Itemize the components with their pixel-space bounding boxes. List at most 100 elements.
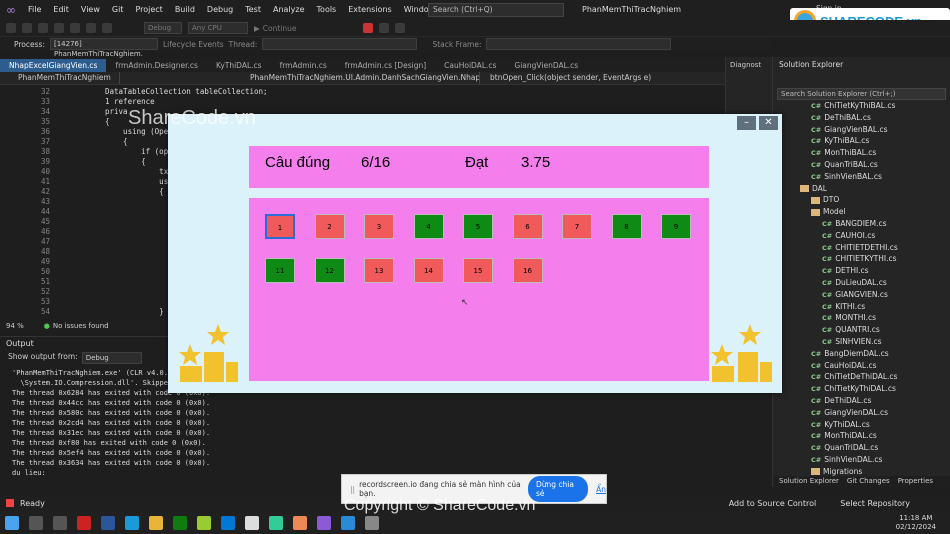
menu-item-debug[interactable]: Debug (201, 0, 239, 20)
diagnostic-tools-title[interactable]: Diagnost (726, 57, 772, 73)
stop-icon[interactable] (362, 23, 373, 33)
solution-item[interactable]: C# CauHoiDAL.cs (811, 361, 876, 370)
vscode-icon[interactable] (341, 515, 355, 530)
solution-item[interactable]: C# MonThiBAL.cs (811, 148, 876, 157)
solution-bottom-tab[interactable]: Git Changes (847, 476, 890, 487)
solution-item[interactable]: Model (811, 207, 846, 216)
document-tab[interactable]: frmAdmin.Designer.cs (106, 59, 207, 72)
solution-item[interactable]: DAL (800, 184, 827, 193)
solution-item[interactable]: C# GiangVienBAL.cs (811, 125, 888, 134)
solution-item[interactable]: C# SINHVIEN.cs (822, 337, 882, 346)
minimize-button[interactable]: – (737, 116, 756, 130)
solution-item[interactable]: C# DeThiDAL.cs (811, 396, 871, 405)
lifecycle-events-button[interactable]: Lifecycle Events (163, 40, 224, 49)
app-orange-icon[interactable] (293, 515, 307, 530)
document-tab[interactable]: frmAdmin.cs [Design] (336, 59, 435, 72)
solution-item[interactable]: C# QuanTriBAL.cs (811, 160, 878, 169)
platform-dropdown[interactable]: Any CPU (188, 22, 248, 34)
file-explorer-icon[interactable] (149, 515, 163, 530)
member-dropdown[interactable]: btnOpen_Click(object sender, EventArgs e… (480, 72, 651, 84)
question-button[interactable]: 8 (611, 214, 642, 239)
document-tab[interactable]: KyThiDAL.cs (207, 59, 271, 72)
clock[interactable]: 11:18 AM 02/12/2024 (896, 514, 936, 532)
search-input[interactable]: Search (Ctrl+Q) (428, 3, 564, 17)
output-source-dropdown[interactable]: Debug (81, 352, 142, 364)
solution-item[interactable]: C# BANGDIEM.cs (822, 219, 887, 228)
solution-item[interactable]: C# KyThiDAL.cs (811, 420, 870, 429)
question-button[interactable]: 7 (562, 214, 592, 239)
solution-item[interactable]: C# ChiTietKyThiBAL.cs (811, 101, 895, 110)
question-button[interactable]: 11 (265, 258, 295, 283)
zoom-level[interactable]: 94 % (6, 321, 24, 332)
solution-item[interactable]: C# BangDiemDAL.cs (811, 349, 889, 358)
menu-item-build[interactable]: Build (169, 0, 201, 20)
solution-item[interactable]: C# GIANGVIEN.cs (822, 290, 888, 299)
solution-item[interactable]: C# CHITIETKYTHI.cs (822, 254, 897, 263)
question-button[interactable]: 2 (314, 214, 345, 239)
pause-icon[interactable] (378, 23, 389, 33)
save-icon[interactable] (54, 23, 64, 33)
app-icon[interactable] (269, 515, 283, 530)
stack-frame-dropdown[interactable] (486, 38, 672, 50)
back-icon[interactable] (6, 23, 16, 33)
solution-item[interactable]: C# ChiTietDeThiDAL.cs (811, 372, 897, 381)
word-icon[interactable] (101, 515, 115, 530)
new-icon[interactable] (38, 23, 48, 33)
document-tab[interactable]: NhapExcelGiangVien.cs (0, 59, 107, 72)
task-view-icon[interactable] (53, 515, 67, 530)
project-dropdown[interactable]: PhanMemThiTracNghiem (0, 72, 120, 84)
solution-item[interactable]: C# MONTHI.cs (822, 313, 876, 322)
menu-item-git[interactable]: Git (106, 0, 130, 20)
solution-item[interactable]: C# SinhVienBAL.cs (811, 172, 882, 181)
solution-item[interactable]: C# DETHI.cs (822, 266, 869, 275)
question-button[interactable]: 15 (463, 258, 493, 283)
class-dropdown[interactable]: PhanMemThiTracNghiem.UI.Admin.DanhSachGi… (120, 72, 480, 84)
visual-studio-icon[interactable] (317, 515, 331, 530)
solution-bottom-tab[interactable]: Solution Explorer (779, 476, 839, 487)
add-source-control-button[interactable]: Add to Source Control (729, 499, 817, 508)
question-button[interactable]: 13 (364, 258, 394, 283)
search-icon[interactable] (29, 515, 43, 530)
solution-item[interactable]: C# CHITIETDETHI.cs (822, 243, 898, 252)
hide-link[interactable]: Ẩn (596, 485, 606, 494)
document-tab[interactable]: CauHoiDAL.cs (435, 59, 505, 72)
edge-icon[interactable] (125, 515, 139, 530)
question-button[interactable]: 16 (512, 258, 543, 283)
close-button[interactable]: ✕ (759, 116, 778, 130)
solution-item[interactable]: C# DuLieuDAL.cs (822, 278, 887, 287)
solution-item[interactable]: C# QUANTRI.cs (822, 325, 880, 334)
menu-item-analyze[interactable]: Analyze (267, 0, 311, 20)
config-dropdown[interactable]: Debug (144, 22, 182, 34)
question-button[interactable]: 14 (413, 258, 444, 283)
solution-item[interactable]: C# GiangVienDAL.cs (811, 408, 888, 417)
solution-item[interactable]: C# SinhVienDAL.cs (811, 455, 882, 464)
issues-indicator[interactable]: ● No issues found (44, 321, 109, 332)
question-button[interactable]: 9 (661, 214, 691, 239)
question-button[interactable]: 6 (512, 214, 543, 239)
continue-button[interactable]: ▶ Continue (254, 24, 297, 33)
select-repository-button[interactable]: Select Repository (840, 499, 910, 508)
restart-icon[interactable] (394, 23, 405, 33)
redo-icon[interactable] (102, 23, 112, 33)
document-tab[interactable]: frmAdmin.cs (271, 59, 336, 72)
question-button[interactable]: 12 (314, 258, 345, 283)
stop-sharing-button[interactable]: Dừng chia sẻ (528, 476, 589, 502)
process-dropdown[interactable]: [14276] PhanMemThiTracNghiem. (49, 38, 158, 58)
solution-item[interactable]: C# CAUHOI.cs (822, 231, 875, 240)
app-green-icon[interactable] (197, 515, 211, 530)
menu-item-tools[interactable]: Tools (311, 0, 343, 20)
solution-item[interactable]: C# DeThiBAL.cs (811, 113, 871, 122)
document-tab[interactable]: GiangVienDAL.cs (505, 59, 587, 72)
windows-start-icon[interactable] (5, 515, 19, 530)
question-button[interactable]: 5 (463, 214, 493, 239)
question-button[interactable]: 1 (265, 214, 295, 239)
question-button[interactable]: 3 (364, 214, 394, 239)
solution-bottom-tab[interactable]: Properties (898, 476, 933, 487)
menu-item-view[interactable]: View (75, 0, 106, 20)
menu-item-file[interactable]: File (22, 0, 47, 20)
menu-item-project[interactable]: Project (129, 0, 168, 20)
menu-item-test[interactable]: Test (239, 0, 267, 20)
solution-item[interactable]: C# QuanTriDAL.cs (811, 443, 878, 452)
solution-item[interactable]: DTO (811, 195, 839, 204)
undo-icon[interactable] (86, 23, 96, 33)
